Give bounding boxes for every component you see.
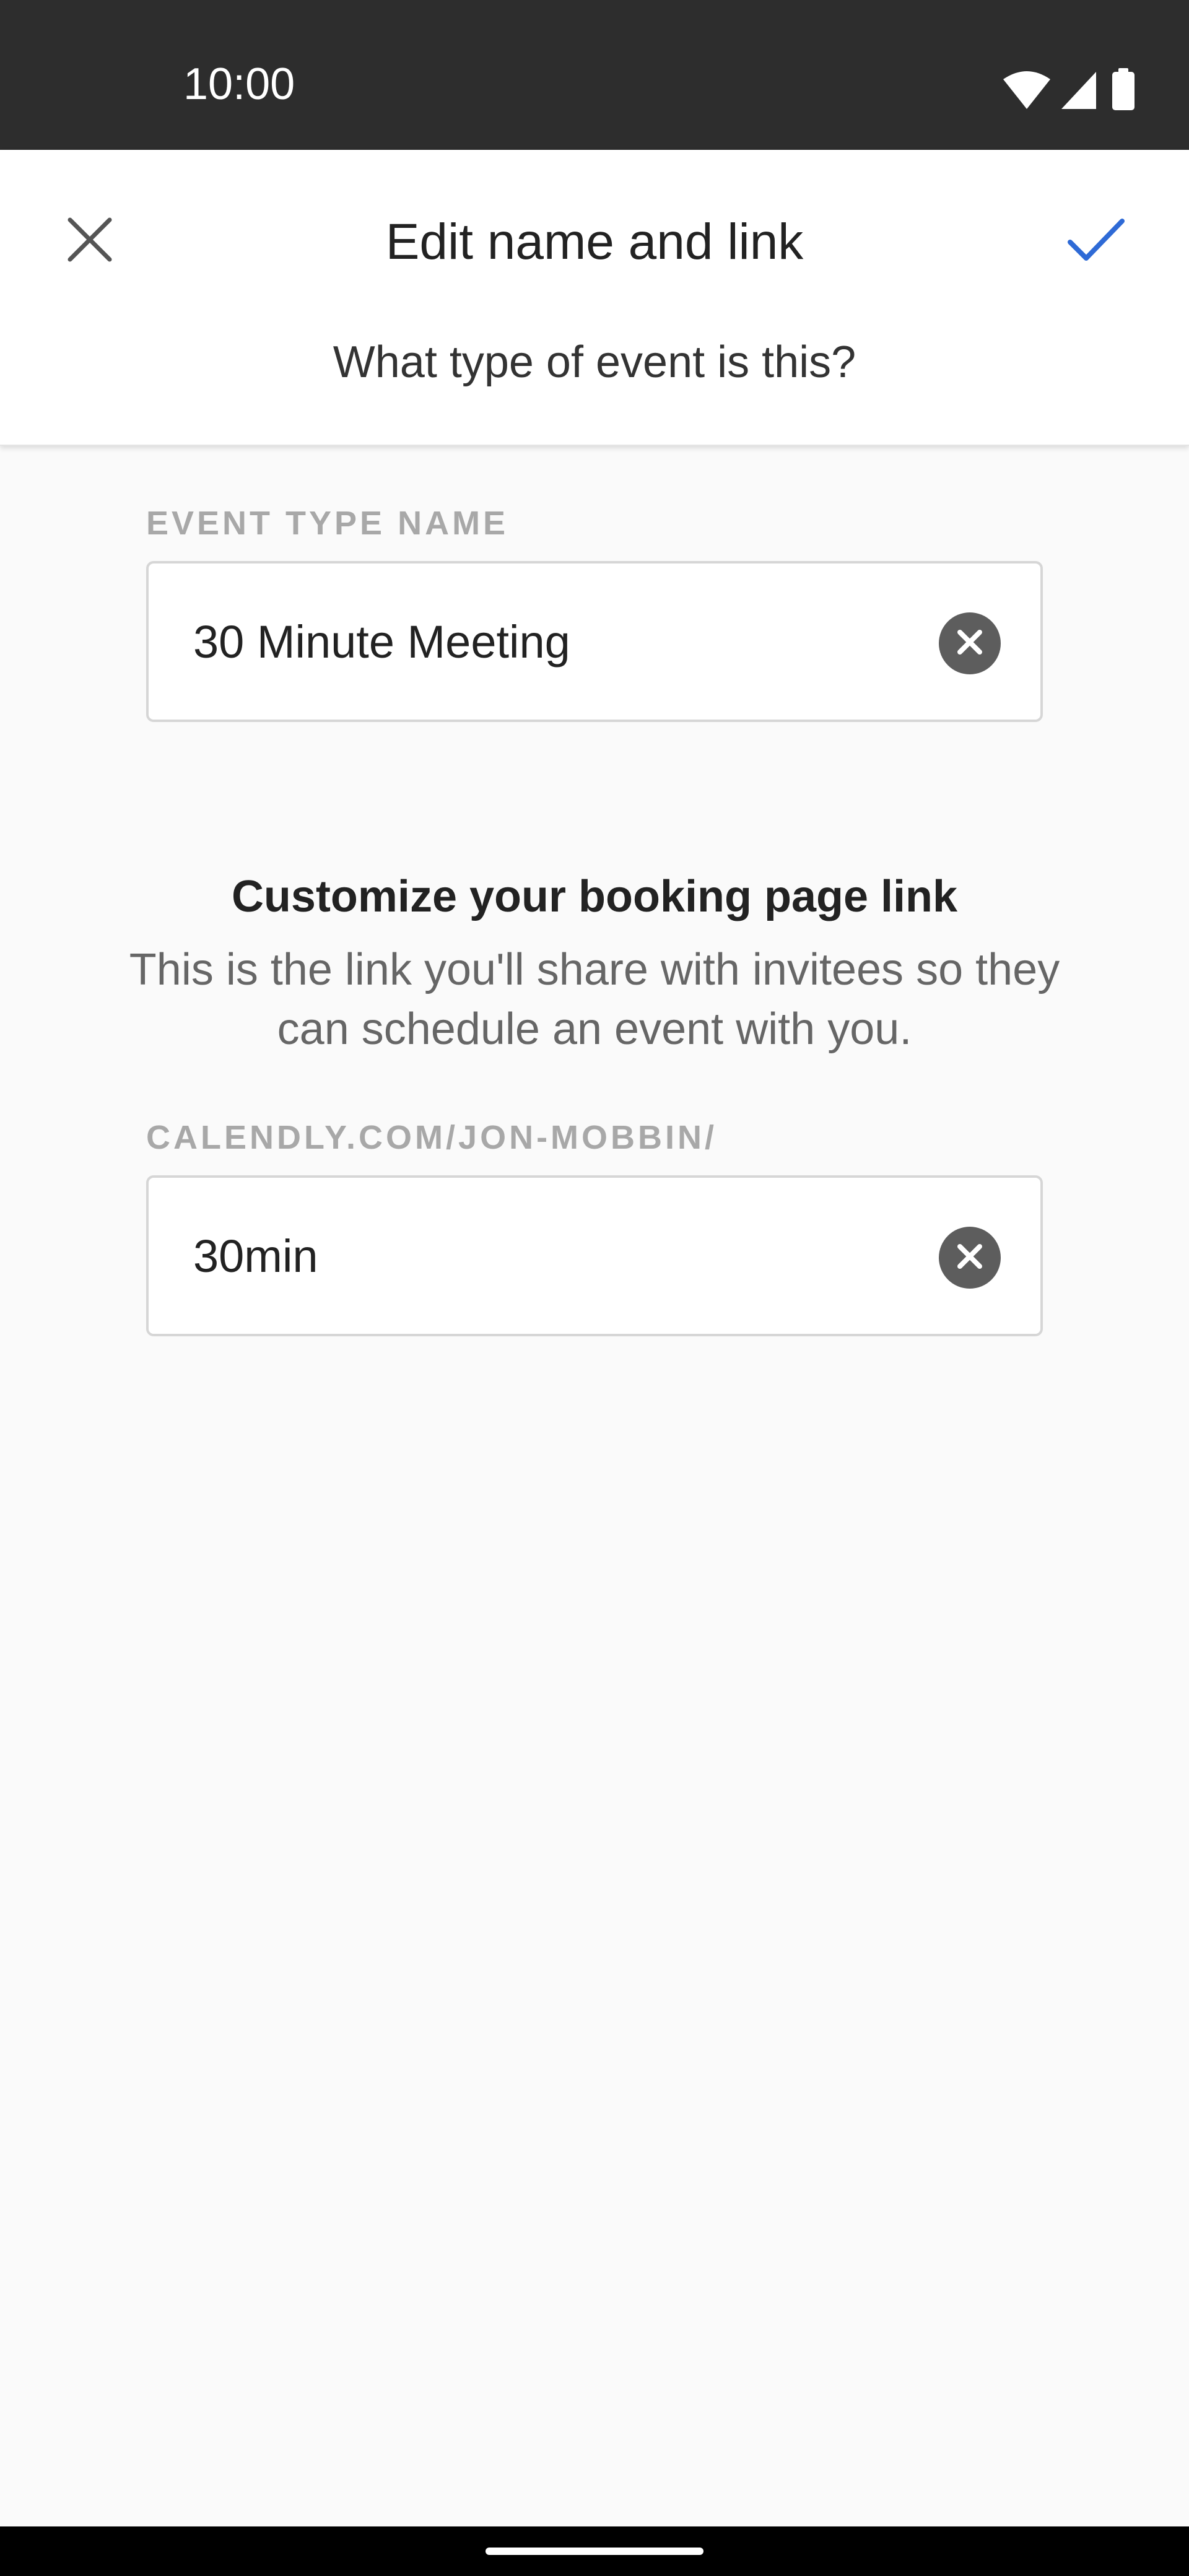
status-time: 10:00 [183,59,295,109]
cellular-signal-icon [1060,71,1097,110]
event-type-name-label: EVENT TYPE NAME [146,505,509,542]
event-type-name-input[interactable] [193,564,936,720]
wifi-icon [1002,69,1052,110]
page-title: Edit name and link [385,214,804,270]
status-icons [1002,68,1136,110]
booking-link-description: This is the link you'll share with invit… [129,945,1060,1054]
clear-booking-slug-button[interactable] [939,1227,1001,1289]
booking-url-prefix-label: CALENDLY.COM/JON-MOBBIN/ [146,1119,718,1156]
navigation-bar [0,2526,1189,2576]
page-subtitle: What type of event is this? [333,337,856,387]
booking-slug-input[interactable] [193,1178,936,1334]
status-bar: 10:00 [0,0,1189,150]
edit-header: Edit name and link What type of event is… [0,150,1189,446]
booking-link-heading: Customize your booking page link [231,872,958,921]
checkmark-icon [1066,216,1126,266]
battery-icon [1111,68,1136,110]
home-gesture-handle[interactable] [486,2548,703,2555]
clear-circle-icon [955,627,985,660]
event-type-name-field [146,561,1043,722]
confirm-button[interactable] [1059,207,1133,275]
booking-slug-field [146,1175,1043,1336]
clear-event-type-name-button[interactable] [939,612,1001,674]
clear-circle-icon [955,1242,985,1274]
